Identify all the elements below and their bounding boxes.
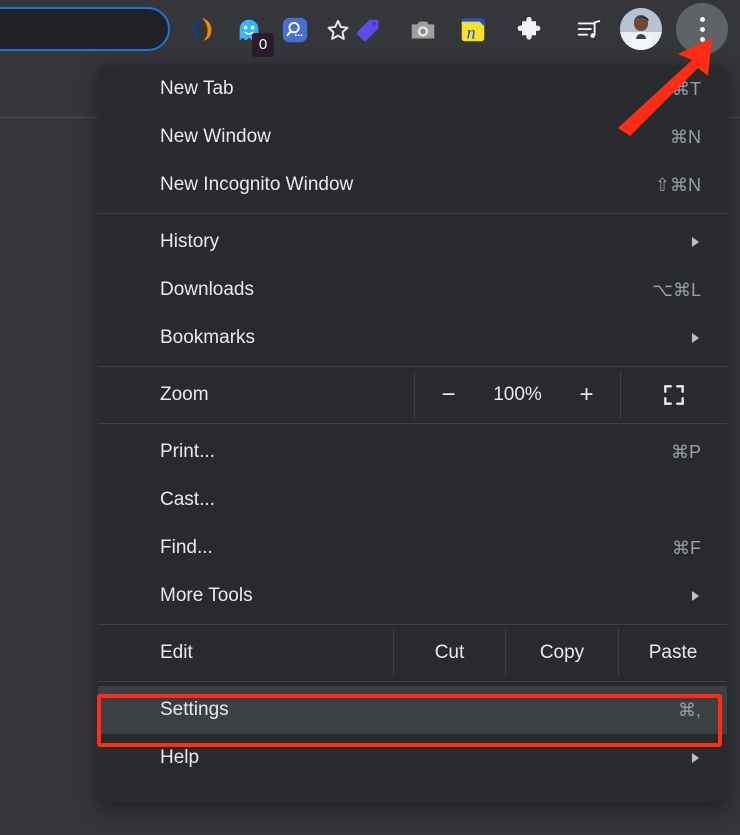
media-control-icon[interactable] <box>573 14 605 46</box>
menu-item-shortcut: ⌘F <box>672 538 701 559</box>
menu-item-label: History <box>160 231 692 253</box>
browser-toolbar: 0 n <box>0 0 740 60</box>
menu-item-find[interactable]: Find... ⌘F <box>98 524 727 572</box>
menu-separator <box>98 624 727 625</box>
extension-ghost-badge: 0 <box>252 33 274 57</box>
menu-row-zoom: Zoom − 100% + <box>98 371 727 419</box>
address-bar[interactable] <box>0 7 170 51</box>
menu-item-label: Print... <box>160 441 671 463</box>
extension-search-icon[interactable] <box>279 14 311 46</box>
extension-tag-icon[interactable] <box>352 14 384 46</box>
menu-separator <box>98 213 727 214</box>
menu-dot <box>700 27 705 32</box>
zoom-label: Zoom <box>98 371 414 419</box>
menu-item-label: New Incognito Window <box>160 174 655 196</box>
zoom-level-value: 100% <box>472 384 564 406</box>
menu-item-more-tools[interactable]: More Tools <box>98 572 727 620</box>
menu-item-shortcut: ⌘N <box>670 127 701 148</box>
chevron-right-icon <box>692 237 699 247</box>
menu-item-new-tab[interactable]: New Tab ⌘T <box>98 65 727 113</box>
chevron-right-icon <box>692 753 699 763</box>
extension-note-icon[interactable]: n <box>457 14 489 46</box>
menu-item-label: Bookmarks <box>160 327 692 349</box>
menu-item-new-incognito-window[interactable]: New Incognito Window ⇧⌘N <box>98 161 727 209</box>
menu-item-shortcut: ⌘P <box>671 442 701 463</box>
menu-item-new-window[interactable]: New Window ⌘N <box>98 113 727 161</box>
menu-item-shortcut: ⇧⌘N <box>655 175 701 196</box>
extension-camera-icon[interactable] <box>407 14 439 46</box>
fullscreen-button[interactable] <box>620 371 727 419</box>
menu-item-shortcut: ⌥⌘L <box>652 280 701 301</box>
zoom-out-button[interactable]: − <box>426 381 472 409</box>
extension-swirl-icon[interactable] <box>186 14 218 46</box>
menu-item-label: Downloads <box>160 279 652 301</box>
menu-item-downloads[interactable]: Downloads ⌥⌘L <box>98 266 727 314</box>
bookmark-star-icon[interactable] <box>325 17 351 43</box>
menu-item-label: New Window <box>160 126 670 148</box>
menu-item-label: Find... <box>160 537 672 559</box>
menu-item-label: More Tools <box>160 585 692 607</box>
menu-item-help[interactable]: Help <box>98 734 727 782</box>
menu-item-settings[interactable]: Settings ⌘, <box>98 686 727 734</box>
chevron-right-icon <box>692 591 699 601</box>
extensions-puzzle-icon[interactable] <box>513 14 545 46</box>
copy-button[interactable]: Copy <box>505 629 618 677</box>
zoom-in-button[interactable]: + <box>564 381 610 409</box>
menu-row-edit: Edit Cut Copy Paste <box>98 629 727 677</box>
edit-label: Edit <box>98 629 393 677</box>
cut-button[interactable]: Cut <box>393 629 505 677</box>
three-dot-menu-icon[interactable] <box>676 3 728 55</box>
menu-separator <box>98 423 727 424</box>
menu-item-shortcut: ⌘, <box>678 700 701 721</box>
profile-avatar[interactable] <box>620 8 662 50</box>
zoom-controls: − 100% + <box>414 371 620 419</box>
paste-button[interactable]: Paste <box>618 629 727 677</box>
menu-dot <box>700 37 705 42</box>
menu-item-label: Help <box>160 747 692 769</box>
menu-item-cast[interactable]: Cast... <box>98 476 727 524</box>
menu-item-label: Settings <box>160 699 678 721</box>
menu-item-shortcut: ⌘T <box>672 79 701 100</box>
menu-item-bookmarks[interactable]: Bookmarks <box>98 314 727 362</box>
chevron-right-icon <box>692 333 699 343</box>
menu-separator <box>98 366 727 367</box>
svg-text:n: n <box>467 22 476 42</box>
menu-item-history[interactable]: History <box>98 218 727 266</box>
menu-item-print[interactable]: Print... ⌘P <box>98 428 727 476</box>
chrome-main-menu: New Tab ⌘T New Window ⌘N New Incognito W… <box>98 65 727 803</box>
menu-dot <box>700 17 705 22</box>
menu-separator <box>98 681 727 682</box>
menu-item-label: New Tab <box>160 78 672 100</box>
menu-item-label: Cast... <box>160 489 701 511</box>
